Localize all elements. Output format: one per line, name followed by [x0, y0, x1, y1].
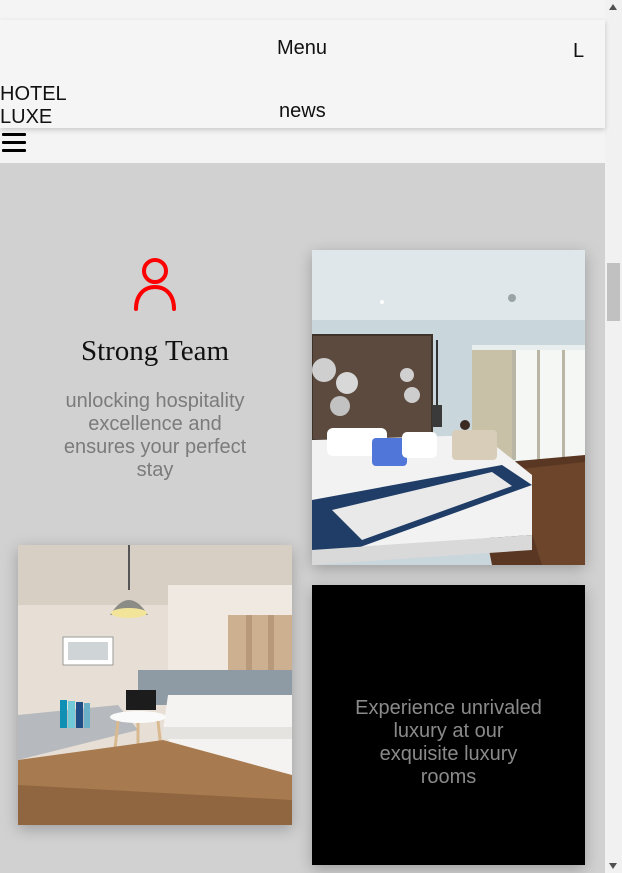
brand-line1: HOTEL	[0, 83, 67, 105]
luxury-rooms-card: Experience unrivaled luxury at our exqui…	[312, 585, 585, 865]
nav-menu-link[interactable]: Menu	[277, 37, 327, 60]
page-scrollbar[interactable]	[605, 0, 622, 873]
site-header: Menu L HOTEL LUXE news	[0, 20, 605, 128]
luxury-rooms-text: Experience unrivaled luxury at our exqui…	[355, 697, 542, 788]
main-content: Strong Team unlocking hospitality excell…	[0, 163, 605, 873]
feature-title: Strong Team	[80, 335, 230, 367]
hamburger-bar	[2, 141, 26, 144]
hotel-bedroom-photo	[312, 250, 585, 565]
feature-description: unlocking hospitality excellence and ens…	[63, 390, 247, 481]
modern-room-photo	[18, 545, 292, 825]
feature-card: Strong Team unlocking hospitality excell…	[18, 249, 292, 482]
brand-logo[interactable]: HOTEL LUXE	[0, 83, 80, 129]
scroll-up-icon[interactable]	[609, 4, 617, 10]
hamburger-bar	[2, 149, 26, 152]
brand-line2: LUXE	[0, 106, 53, 128]
hamburger-bar	[2, 133, 26, 136]
scroll-thumb[interactable]	[607, 263, 620, 321]
nav-news-link[interactable]: news	[279, 100, 326, 123]
hamburger-menu-icon[interactable]	[2, 133, 26, 155]
scroll-down-icon[interactable]	[609, 863, 617, 869]
nav-l-link[interactable]: L	[573, 40, 584, 63]
user-icon	[134, 258, 176, 311]
